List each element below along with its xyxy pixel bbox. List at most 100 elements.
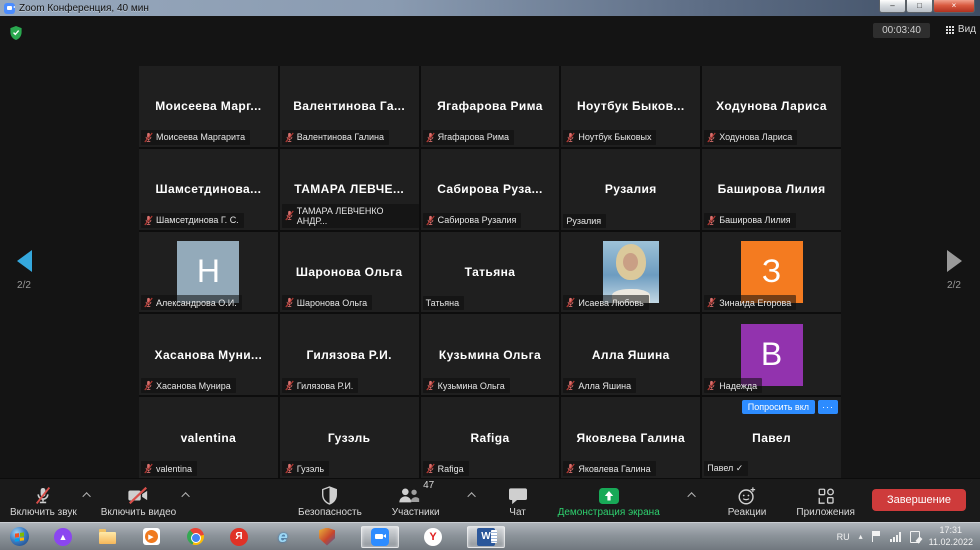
clock-date: 11.02.2022 — [929, 537, 973, 549]
participant-tile[interactable]: Гилязова Р.И.Гилязова Р.И. — [280, 314, 419, 395]
window-controls: – □ × — [879, 0, 975, 13]
zoom-toolbar: Включить звук Включить видео Безопасност… — [0, 478, 980, 522]
participant-tile[interactable]: Хасанова Муни... Хасанова Мунира — [139, 314, 278, 395]
end-meeting-button[interactable]: Завершение — [872, 489, 966, 511]
unmute-button[interactable]: Включить звук — [10, 484, 77, 518]
zoom-app-icon — [4, 3, 15, 14]
taskbar-icon-file-explorer[interactable] — [97, 526, 117, 548]
next-page-button[interactable]: 2/2 — [934, 250, 974, 291]
close-button[interactable]: × — [933, 0, 975, 13]
participant-label: Гилязова Р.И. — [282, 378, 359, 393]
view-button[interactable]: Вид — [946, 24, 976, 35]
meeting-stage: 00:03:40 Вид 2/2 2/2 Моисеева Марг...Мои… — [0, 16, 980, 478]
participant-tile[interactable]: Ноутбук Быков...Ноутбук Быковых — [561, 66, 700, 147]
muted-mic-icon — [426, 380, 435, 391]
participant-label: Rafiga — [423, 461, 469, 476]
participant-name: Хасанова Муни... — [151, 348, 267, 362]
participant-label: Рузалия — [563, 214, 606, 228]
apps-button-label: Приложения — [796, 507, 855, 518]
language-indicator[interactable]: RU — [837, 532, 850, 542]
participant-label: Валентинова Галина — [282, 130, 389, 145]
hidden-icons-arrow[interactable]: ▴ — [859, 532, 863, 541]
taskbar-icon-chrome[interactable] — [185, 526, 205, 548]
share-screen-button[interactable]: Демонстрация экрана — [558, 485, 660, 518]
participant-tile[interactable]: ТАМАРА ЛЕВЧЕ...ТАМАРА ЛЕВЧЕНКО АНДР... — [280, 149, 419, 230]
participant-tile[interactable]: valentinavalentina — [139, 397, 278, 478]
muted-mic-icon — [707, 132, 716, 143]
participant-name: Алла Яшина — [588, 348, 674, 362]
participant-more-button[interactable]: ··· — [818, 400, 838, 414]
taskbar-icon-word[interactable]: W — [467, 526, 505, 548]
participant-tile[interactable]: ТатьянаТатьяна — [421, 232, 560, 313]
participant-tile[interactable]: Баширова ЛилияБаширова Лилия — [702, 149, 841, 230]
participant-tile[interactable]: Исаева Любовь — [561, 232, 700, 313]
participant-name: Рузалия — [601, 182, 661, 196]
participants-options-chevron[interactable] — [467, 492, 475, 500]
muted-mic-icon — [144, 380, 153, 391]
participant-tile[interactable]: Шамсетдинова...Шамсетдинова Г. С. — [139, 149, 278, 230]
participant-label: Моисеева Маргарита — [141, 130, 250, 145]
network-signal-icon[interactable] — [890, 532, 901, 542]
participant-label: Александрова О.И. — [141, 295, 242, 310]
video-off-icon — [127, 486, 149, 505]
taskbar-icon-game-launcher[interactable] — [317, 526, 337, 548]
participant-tile[interactable]: Ягафарова РимаЯгафарова Рима — [421, 66, 560, 147]
taskbar-clock[interactable]: 17:31 11.02.2022 — [929, 525, 973, 548]
participant-tile[interactable]: Ходунова ЛарисаХодунова Лариса — [702, 66, 841, 147]
taskbar-icon-start[interactable] — [9, 526, 29, 548]
participant-tile[interactable]: ВНадежда — [702, 314, 841, 395]
reactions-button[interactable]: Реакции — [728, 484, 767, 518]
taskbar-icon-yandex-browser[interactable]: Я — [229, 526, 249, 548]
taskbar-icon-zoom[interactable] — [361, 526, 399, 548]
security-button[interactable]: Безопасность — [298, 484, 362, 518]
minimize-button[interactable]: – — [879, 0, 906, 13]
video-options-chevron[interactable] — [182, 492, 190, 500]
input-panel-icon[interactable] — [910, 531, 920, 543]
muted-mic-icon — [144, 215, 153, 226]
participant-name: Яковлева Галина — [572, 431, 689, 445]
participant-tile[interactable]: НАлександрова О.И. — [139, 232, 278, 313]
window-title: Zoom Конференция, 40 мин — [19, 3, 149, 14]
participant-name: ТАМАРА ЛЕВЧЕ... — [290, 182, 408, 196]
participant-tile[interactable]: RafigaRafiga — [421, 397, 560, 478]
participant-label: Гузэль — [282, 461, 329, 476]
participant-label: Хасанова Мунира — [141, 378, 236, 393]
view-grid-icon — [946, 26, 954, 34]
taskbar-icon-yandex[interactable]: Y — [423, 526, 443, 548]
share-screen-icon — [598, 487, 620, 505]
clock-time: 17:31 — [929, 525, 973, 537]
start-video-button[interactable]: Включить видео — [101, 484, 177, 518]
muted-mic-icon — [285, 380, 294, 391]
action-center-flag-icon[interactable] — [872, 531, 881, 542]
chat-button[interactable]: Чат — [508, 485, 528, 518]
participants-button[interactable]: 47 Участники — [392, 484, 440, 518]
participant-name: Ноутбук Быков... — [573, 99, 689, 113]
apps-button[interactable]: Приложения — [796, 485, 855, 518]
share-options-chevron[interactable] — [687, 492, 695, 500]
ask-to-unmute-button[interactable]: Попросить вкл — [742, 400, 815, 414]
participant-tile[interactable]: Алла ЯшинаАлла Яшина — [561, 314, 700, 395]
participant-tile[interactable]: ЗЗинаида Егорова — [702, 232, 841, 313]
participant-label: Зинаида Егорова — [704, 295, 796, 310]
participant-tile[interactable]: Рузалия Рузалия — [561, 149, 700, 230]
muted-mic-icon — [566, 132, 575, 143]
participant-grid: Моисеева Марг... Моисеева Маргарита Валент… — [139, 66, 841, 478]
taskbar-icon-media-player[interactable]: ▶ — [141, 526, 161, 548]
participant-tile[interactable]: Моисеева Марг... Моисеева Маргарита — [139, 66, 278, 147]
meeting-timer: 00:03:40 — [873, 23, 930, 38]
participant-name: Ягафарова Рима — [433, 99, 547, 113]
participant-name: Моисеева Марг... — [151, 99, 265, 113]
previous-page-button[interactable]: 2/2 — [4, 250, 44, 291]
muted-mic-icon — [707, 297, 716, 308]
participant-tile[interactable]: Попросить вкл···ПавелПавел ✓ — [702, 397, 841, 478]
participant-tile[interactable]: Шаронова ОльгаШаронова Ольга — [280, 232, 419, 313]
maximize-button[interactable]: □ — [906, 0, 933, 13]
audio-options-chevron[interactable] — [82, 492, 90, 500]
taskbar-icon-alice-assistant[interactable]: ▲ — [53, 526, 73, 548]
taskbar-icon-internet-explorer[interactable]: e — [273, 526, 293, 548]
participant-tile[interactable]: Кузьмина ОльгаКузьмина Ольга — [421, 314, 560, 395]
participant-tile[interactable]: Валентинова Га...Валентинова Галина — [280, 66, 419, 147]
participant-tile[interactable]: Сабирова Руза...Сабирова Рузалия — [421, 149, 560, 230]
participant-tile[interactable]: ГузэльГузэль — [280, 397, 419, 478]
participant-tile[interactable]: Яковлева ГалинаЯковлева Галина — [561, 397, 700, 478]
